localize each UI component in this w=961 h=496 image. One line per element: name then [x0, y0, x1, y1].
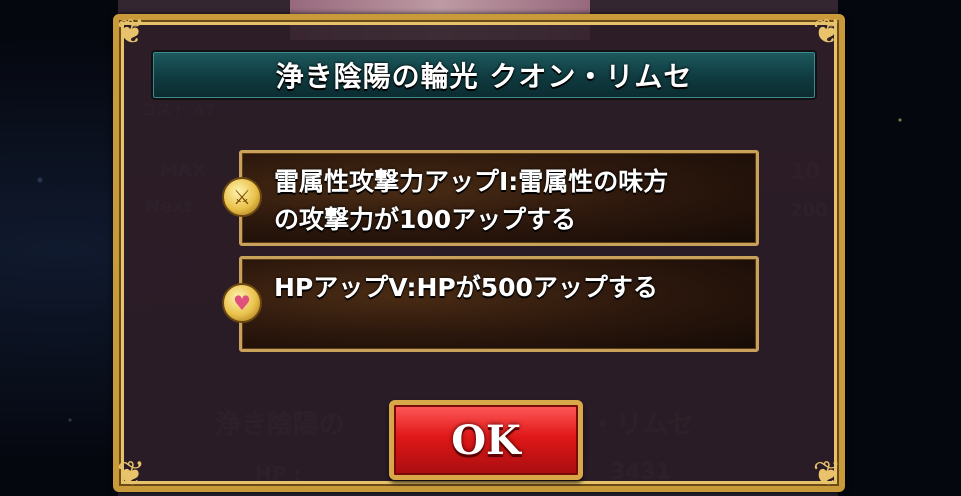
dialog-title: 浄き陰陽の輪光 クオン・リムセ [275, 60, 693, 93]
skill-panel-1: ⚔ 雷属性攻撃力アップI:雷属性の味方 の攻撃力が100アップする [222, 150, 759, 246]
ok-button-label: OK [451, 416, 521, 464]
game-screen: コスト 47 MAX Next 10 200 浄き陰陽の ・リムセ HP : 3… [0, 0, 961, 496]
ok-button[interactable]: OK [389, 400, 583, 480]
skill-description-1: 雷属性攻撃力アップI:雷属性の味方 の攻撃力が100アップする [274, 167, 669, 234]
dialog-title-bar: 浄き陰陽の輪光 クオン・リムセ [151, 50, 817, 100]
ornament-corner-icon: ❦ [812, 12, 842, 52]
ornament-corner-icon: ❦ [116, 12, 146, 52]
ornament-corner-icon: ❦ [812, 454, 842, 494]
skill-panel-2: ♥ HPアップV:HPが500アップする [222, 256, 759, 352]
skill-info-dialog: ❦ ❦ ❦ ❦ 浄き陰陽の輪光 クオン・リムセ ⚔ 雷属性攻撃力アップI:雷属性… [113, 12, 845, 494]
skill-description-2: HPアップV:HPが500アップする [274, 273, 658, 302]
attack-up-icon: ⚔ [222, 177, 262, 217]
ornament-corner-icon: ❦ [116, 454, 146, 494]
heart-up-icon: ♥ [222, 283, 262, 323]
